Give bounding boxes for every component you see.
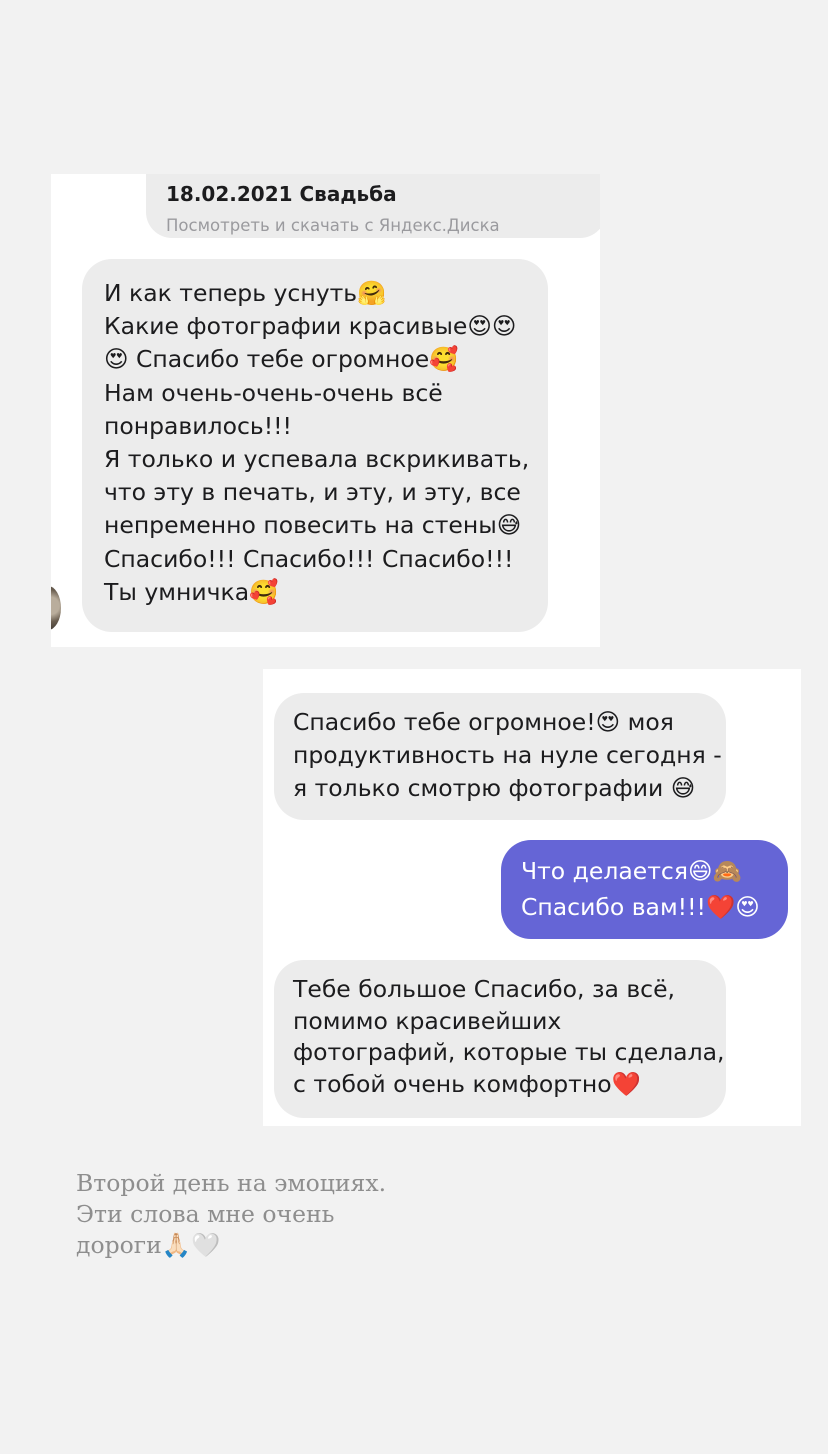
avatar [51, 586, 61, 630]
message-line: понравилось!!! [104, 411, 292, 440]
caption-line: дороги🙏🏻🤍 [76, 1231, 221, 1259]
link-preview-title: 18.02.2021 Свадьба [166, 182, 397, 206]
message-line: И как теперь уснуть🤗 [104, 279, 387, 307]
message-line: с тобой очень комфортно❤️ [293, 1069, 641, 1098]
incoming-message: Тебе большое Спасибо, за всё, помимо кра… [274, 960, 726, 1118]
incoming-message: И как теперь уснуть🤗 Какие фотографии кр… [82, 259, 548, 632]
incoming-message: Спасибо тебе огромное!😍 моя продуктивнос… [274, 693, 726, 820]
message-line: Какие фотографии красивые😍😍 [104, 312, 517, 341]
message-line: помимо красивейших [293, 1006, 562, 1035]
message-line: фотографий, которые ты сделала, [293, 1038, 725, 1066]
message-line: 😍 Спасибо тебе огромное🥰 [104, 345, 459, 374]
message-line: я только смотрю фотографии 😅 [293, 774, 696, 802]
link-preview-bubble[interactable]: 18.02.2021 Свадьба Посмотреть и скачать … [146, 174, 600, 238]
message-line: что эту в печать, и эту, и эту, все [104, 478, 521, 507]
chat-screenshot-bottom: Спасибо тебе огромное!😍 моя продуктивнос… [263, 669, 801, 1126]
message-line: Спасибо!!! Спасибо!!! Спасибо!!! [104, 544, 514, 573]
message-line: непременно повесить на стены😅 [104, 511, 522, 540]
link-preview-subtitle[interactable]: Посмотреть и скачать с Яндекс.Диска [166, 209, 500, 242]
message-line: Спасибо тебе огромное!😍 моя [293, 708, 674, 736]
story-caption: Второй день на эмоциях. Эти слова мне оч… [76, 1168, 386, 1261]
caption-line: Эти слова мне очень [76, 1200, 335, 1228]
outgoing-message: Что делается😄🙈 Спасибо вам!!!❤️😍 [501, 840, 788, 939]
message-line: Нам очень-очень-очень всё [104, 378, 443, 407]
caption-line: Второй день на эмоциях. [76, 1169, 387, 1197]
message-line: Что делается😄🙈 [521, 857, 742, 885]
message-line: Тебе большое Спасибо, за всё, [293, 975, 676, 1003]
message-line: Спасибо вам!!!❤️😍 [521, 893, 760, 921]
message-line: Ты умничка🥰 [104, 577, 279, 606]
message-line: продуктивность на нуле сегодня - [293, 741, 722, 769]
chat-screenshot-top: 18.02.2021 Свадьба Посмотреть и скачать … [51, 174, 600, 647]
message-line: Я только и успевала вскрикивать, [104, 445, 530, 474]
